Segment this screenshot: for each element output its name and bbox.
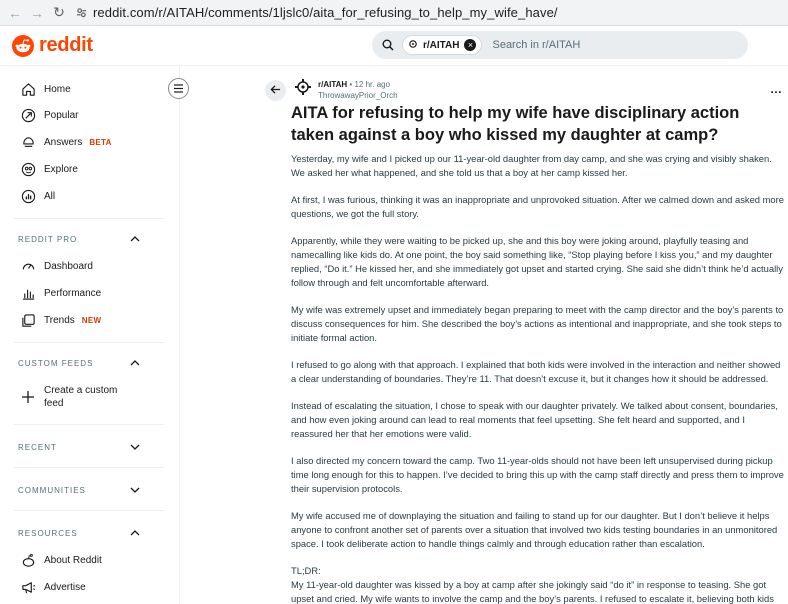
post-body: Yesterday, my wife and I picked up our 1…	[291, 152, 785, 604]
sidebar-item-label: Advertise	[44, 581, 86, 593]
section-custom-feeds[interactable]: CUSTOM FEEDS	[0, 354, 170, 372]
subreddit-search-chip[interactable]: r/AITAH ×	[402, 35, 483, 55]
sidebar-item-label: Trends	[44, 314, 75, 326]
tldr-heading: TL;DR:	[291, 565, 321, 576]
post-meta: r/AITAH • 12 hr. ago	[318, 80, 390, 89]
sidebar-item-home[interactable]: Home	[0, 76, 170, 102]
author-link[interactable]: ThrowawayPrior_Orch	[318, 91, 398, 100]
plus-icon	[20, 389, 36, 405]
advertise-icon	[20, 579, 36, 595]
sidebar-item-performance[interactable]: Performance	[0, 280, 170, 306]
subreddit-link[interactable]: r/AITAH	[318, 80, 347, 89]
post-paragraph: I refused to go along with that approach…	[291, 359, 781, 384]
more-options-icon[interactable]: …	[770, 82, 783, 96]
address-bar[interactable]: reddit.com/r/AITAH/comments/1ljslc0/aita…	[76, 3, 558, 23]
back-arrow-icon[interactable]: ←	[4, 2, 26, 24]
section-label: COMMUNITIES	[18, 485, 86, 495]
section-label: RESOURCES	[18, 528, 78, 538]
section-reddit-pro[interactable]: REDDIT PRO	[0, 230, 170, 248]
post-paragraph: At first, I was furious, thinking it was…	[291, 194, 784, 219]
logo-text: reddit	[39, 34, 93, 56]
sidebar-divider	[14, 510, 164, 511]
chevron-down-icon[interactable]	[130, 442, 140, 452]
subreddit-avatar[interactable]	[294, 78, 312, 101]
sidebar-divider	[14, 342, 164, 343]
trends-icon	[20, 312, 36, 328]
section-recent[interactable]: RECENT	[0, 438, 170, 456]
performance-icon	[20, 285, 36, 301]
chip-close-icon[interactable]: ×	[464, 39, 477, 51]
forward-arrow-icon[interactable]: →	[26, 2, 48, 24]
home-icon	[20, 81, 36, 97]
search-bar[interactable]: r/AITAH × Search in r/AITAH	[372, 31, 748, 59]
chevron-down-icon[interactable]	[130, 485, 140, 495]
sidebar-divider	[14, 218, 164, 219]
new-badge: NEW	[81, 315, 102, 325]
section-resources[interactable]: RESOURCES	[0, 524, 170, 542]
post-time: 12 hr. ago	[354, 80, 391, 89]
sidebar-item-trends[interactable]: Trends NEW	[0, 307, 170, 333]
search-input[interactable]: Search in r/AITAH	[492, 39, 580, 51]
sidebar-collapse-button[interactable]	[168, 78, 189, 99]
create-feed-label: Create a custom feed	[44, 385, 118, 409]
subreddit-icon	[408, 36, 418, 54]
sidebar-item-label: Explore	[44, 163, 78, 175]
sidebar-item-about-reddit[interactable]: About Reddit	[0, 547, 170, 573]
post-paragraph: Apparently, while they were waiting to b…	[291, 235, 783, 288]
back-button[interactable]	[265, 80, 286, 101]
sidebar-divider	[14, 467, 164, 468]
section-label: CUSTOM FEEDS	[18, 358, 94, 368]
sidebar-item-explore[interactable]: Explore	[0, 156, 170, 182]
url-text[interactable]: reddit.com/r/AITAH/comments/1ljslc0/aita…	[93, 5, 558, 20]
sidebar-item-advertise[interactable]: Advertise	[0, 574, 170, 600]
sidebar-item-label: About Reddit	[44, 554, 102, 566]
chevron-up-icon[interactable]	[130, 358, 140, 368]
post-paragraph: I also directed my concern toward the ca…	[291, 455, 784, 494]
reddit-header: reddit r/AITAH × Search in r/AITAH	[0, 26, 788, 66]
post-paragraph: Yesterday, my wife and I picked up our 1…	[291, 153, 772, 178]
post-title: AITA for refusing to help my wife have d…	[291, 104, 740, 144]
arrow-left-icon	[270, 82, 281, 100]
left-sidebar: Home Popular Answers BETA Explore All RE…	[0, 66, 180, 604]
sidebar-item-label: Answers	[44, 136, 83, 148]
sidebar-item-label: Home	[44, 83, 71, 95]
reload-icon[interactable]: ↻	[48, 2, 70, 24]
chevron-up-icon[interactable]	[130, 234, 140, 244]
subreddit-icon	[294, 78, 312, 101]
section-label: RECENT	[18, 442, 57, 452]
sidebar-item-label: Popular	[44, 109, 79, 121]
popular-icon	[20, 107, 36, 123]
site-info-icon[interactable]	[76, 7, 87, 18]
explore-icon	[20, 161, 36, 177]
sidebar-divider	[14, 424, 164, 425]
post-paragraph: Instead of escalating the situation, I c…	[291, 400, 778, 439]
about-icon	[20, 552, 36, 568]
post-paragraph: My wife was extremely upset and immediat…	[291, 304, 784, 343]
all-icon	[20, 188, 36, 204]
post-paragraph: My wife accused me of downplaying the si…	[291, 510, 778, 549]
beta-badge: BETA	[89, 137, 112, 147]
reddit-logo[interactable]: reddit	[12, 34, 93, 57]
browser-toolbar: ← → ↻ reddit.com/r/AITAH/comments/1ljslc…	[0, 0, 788, 26]
sidebar-item-dashboard[interactable]: Dashboard	[0, 253, 170, 279]
sidebar-item-label: Performance	[44, 287, 102, 299]
section-label: REDDIT PRO	[18, 234, 78, 244]
tldr-paragraph: My 11-year-old daughter was kissed by a …	[291, 579, 774, 604]
sidebar-item-all[interactable]: All	[0, 183, 170, 209]
sidebar-item-popular[interactable]: Popular	[0, 102, 170, 128]
snoo-icon	[12, 34, 34, 57]
sidebar-item-answers[interactable]: Answers BETA	[0, 129, 170, 155]
create-custom-feed-button[interactable]: Create a custom feed	[0, 381, 170, 413]
sidebar-item-label: Dashboard	[44, 260, 93, 272]
chip-label: r/AITAH	[423, 39, 460, 51]
dashboard-icon	[20, 258, 36, 274]
sidebar-item-label: All	[44, 190, 56, 202]
hamburger-icon	[173, 80, 184, 98]
chevron-up-icon[interactable]	[130, 528, 140, 538]
search-icon	[382, 39, 394, 51]
answers-icon	[20, 134, 36, 150]
section-communities[interactable]: COMMUNITIES	[0, 481, 170, 499]
